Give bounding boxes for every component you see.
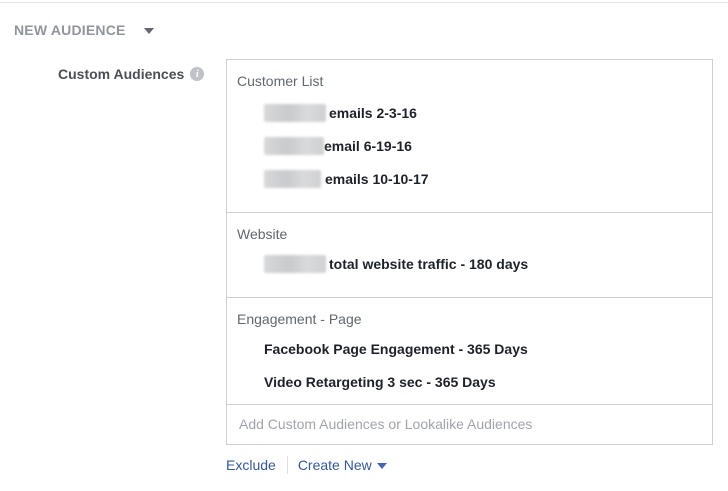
redacted-text (264, 103, 326, 122)
section-website: Website total website traffic - 180 days (227, 213, 712, 298)
custom-audiences-box: Customer List emails 2-3-16 email 6-19-1… (226, 59, 713, 445)
new-audience-title: NEW AUDIENCE (14, 22, 126, 38)
audience-item[interactable]: total website traffic - 180 days (264, 247, 702, 280)
section-title: Engagement - Page (237, 311, 362, 327)
redacted-text (264, 136, 324, 155)
caret-down-icon (143, 28, 154, 34)
redacted-text (264, 254, 326, 273)
create-new-link[interactable]: Create New (298, 457, 387, 473)
audience-item-label: Facebook Page Engagement - 365 Days (264, 340, 528, 357)
audience-item-label: emails 10-10-17 (325, 170, 429, 187)
section-title: Website (237, 226, 288, 242)
add-audience-input[interactable] (227, 405, 712, 443)
audience-item[interactable]: emails 2-3-16 (264, 96, 702, 129)
create-new-label: Create New (297, 457, 372, 473)
info-icon[interactable]: i (190, 67, 205, 81)
footer-actions: Exclude Create New (226, 456, 387, 474)
exclude-link[interactable]: Exclude (226, 457, 276, 473)
custom-audiences-label: Custom Audiences i (58, 66, 205, 82)
audience-item-label: emails 2-3-16 (329, 104, 417, 121)
audience-item[interactable]: Facebook Page Engagement - 365 Days (264, 332, 702, 365)
section-engagement-page: Engagement - Page Facebook Page Engageme… (227, 298, 712, 405)
audience-item-label: email 6-19-16 (324, 137, 412, 154)
custom-audiences-label-text: Custom Audiences (58, 66, 185, 82)
new-audience-toggle[interactable]: NEW AUDIENCE (14, 22, 154, 38)
section-customer-list: Customer List emails 2-3-16 email 6-19-1… (227, 60, 712, 213)
audience-item-label: Video Retargeting 3 sec - 365 Days (264, 373, 496, 390)
section-title: Customer List (237, 73, 324, 89)
audience-item[interactable]: Video Retargeting 3 sec - 365 Days (264, 365, 702, 398)
audience-item[interactable]: email 6-19-16 (264, 129, 702, 162)
top-divider (0, 2, 728, 3)
footer-divider (286, 456, 288, 474)
caret-down-icon (376, 463, 387, 470)
redacted-text (264, 169, 321, 188)
audience-item-label: total website traffic - 180 days (329, 255, 529, 272)
audience-item[interactable]: emails 10-10-17 (264, 162, 702, 195)
